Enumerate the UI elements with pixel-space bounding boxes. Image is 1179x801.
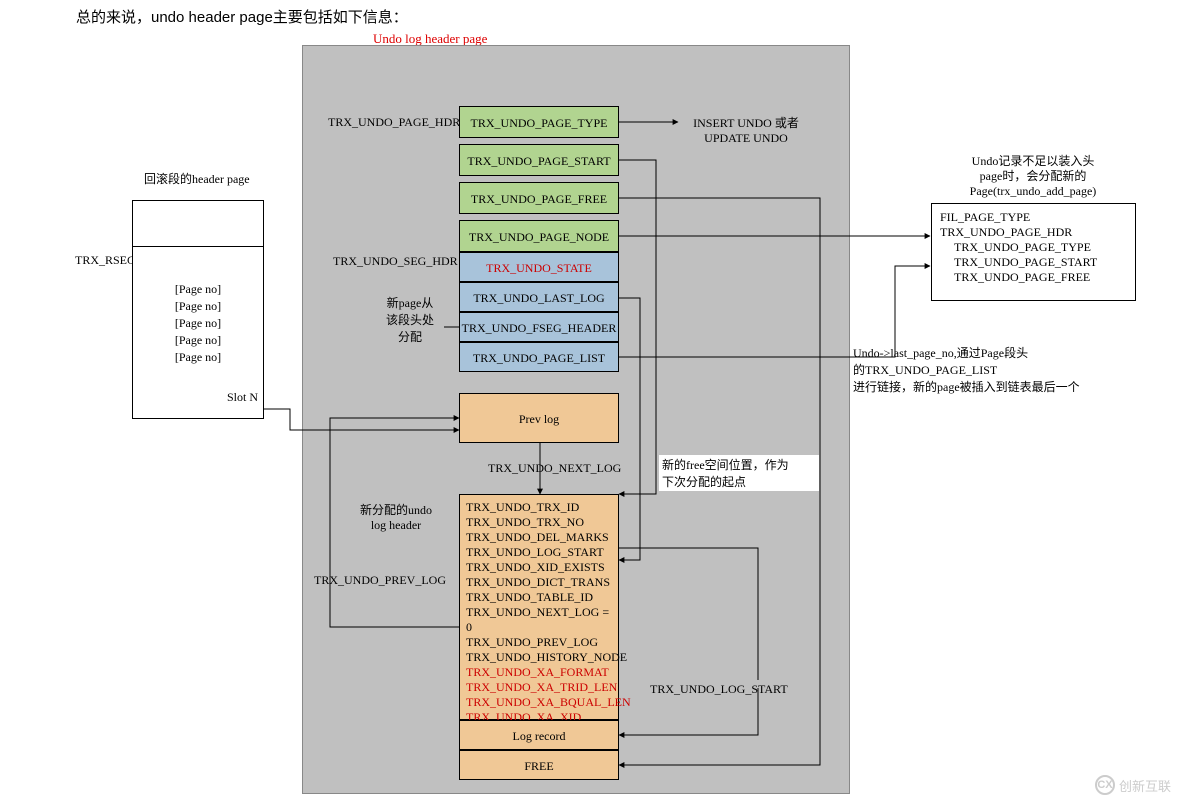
- hdr-line-xa: TRX_UNDO_XA_BQUAL_LEN: [466, 695, 612, 710]
- free-note: 新的free空间位置，作为 下次分配的起点: [659, 455, 819, 491]
- rseg-box: [Page no] [Page no] [Page no] [Page no] …: [132, 200, 264, 419]
- seg-hdr-cell: TRX_UNDO_STATE: [459, 252, 619, 282]
- page-hdr-label: TRX_UNDO_PAGE_HDR: [328, 115, 460, 130]
- watermark-text: 创新互联: [1119, 776, 1171, 795]
- right-box-line: TRX_UNDO_PAGE_FREE: [954, 270, 1127, 285]
- page-hdr-cell: TRX_UNDO_PAGE_TYPE: [459, 106, 619, 138]
- rseg-item: [Page no]: [133, 315, 263, 332]
- rseg-caption: 回滚段的header page: [144, 170, 250, 187]
- prev-log-cell: Prev log: [459, 393, 619, 443]
- slot-n-label: Slot N: [133, 390, 263, 405]
- seg-hdr-cell: TRX_UNDO_PAGE_LIST: [459, 342, 619, 372]
- right-note: Undo->last_page_no,通过Page段头 的TRX_UNDO_PA…: [853, 344, 1173, 395]
- right-box: FIL_PAGE_TYPE TRX_UNDO_PAGE_HDR TRX_UNDO…: [931, 203, 1136, 301]
- rseg-label: TRX_RSEG: [75, 253, 136, 268]
- hdr-line: TRX_UNDO_NEXT_LOG = 0: [466, 605, 612, 635]
- rseg-item: [Page no]: [133, 281, 263, 298]
- undo-log-header-cell: TRX_UNDO_TRX_ID TRX_UNDO_TRX_NO TRX_UNDO…: [459, 494, 619, 720]
- right-box-line: TRX_UNDO_PAGE_HDR: [940, 225, 1127, 240]
- free-cell: FREE: [459, 750, 619, 780]
- next-log-label: TRX_UNDO_NEXT_LOG: [488, 461, 621, 476]
- hdr-line: TRX_UNDO_TABLE_ID: [466, 590, 612, 605]
- hdr-line: TRX_UNDO_DICT_TRANS: [466, 575, 612, 590]
- right-box-line: FIL_PAGE_TYPE: [940, 210, 1127, 225]
- right-box-line: TRX_UNDO_PAGE_START: [954, 255, 1127, 270]
- hdr-line: TRX_UNDO_TRX_ID: [466, 500, 612, 515]
- hdr-line: TRX_UNDO_PREV_LOG: [466, 635, 612, 650]
- insert-update-note: INSERT UNDO 或者 UPDATE UNDO: [676, 114, 816, 146]
- page-hdr-cell: TRX_UNDO_PAGE_NODE: [459, 220, 619, 252]
- watermark: CX 创新互联: [1095, 775, 1171, 795]
- right-box-line: TRX_UNDO_PAGE_TYPE: [954, 240, 1127, 255]
- watermark-icon: CX: [1095, 775, 1115, 795]
- rseg-item: [Page no]: [133, 332, 263, 349]
- hdr-line: TRX_UNDO_TRX_NO: [466, 515, 612, 530]
- seg-hdr-cell: TRX_UNDO_LAST_LOG: [459, 282, 619, 312]
- page-title: 总的来说，undo header page主要包括如下信息：: [76, 6, 408, 27]
- log-record-cell: Log record: [459, 720, 619, 750]
- log-start-label: TRX_UNDO_LOG_START: [650, 682, 788, 697]
- hdr-line-xa: TRX_UNDO_XA_TRID_LEN: [466, 680, 612, 695]
- new-page-note: 新page从 该段头处 分配: [370, 294, 450, 345]
- hdr-line: TRX_UNDO_XID_EXISTS: [466, 560, 612, 575]
- seg-hdr-cell: TRX_UNDO_FSEG_HEADER: [459, 312, 619, 342]
- page-hdr-cell: TRX_UNDO_PAGE_FREE: [459, 182, 619, 214]
- seg-hdr-label: TRX_UNDO_SEG_HDR: [333, 254, 458, 269]
- rseg-item: [Page no]: [133, 298, 263, 315]
- right-box-caption: Undo记录不足以装入头 page时，会分配新的 Page(trx_undo_a…: [948, 154, 1118, 199]
- hdr-line: TRX_UNDO_HISTORY_NODE: [466, 650, 612, 665]
- hdr-line: TRX_UNDO_LOG_START: [466, 545, 612, 560]
- rseg-item: [Page no]: [133, 349, 263, 366]
- page-hdr-cell: TRX_UNDO_PAGE_START: [459, 144, 619, 176]
- hdr-line: TRX_UNDO_DEL_MARKS: [466, 530, 612, 545]
- hdr-line-xa: TRX_UNDO_XA_FORMAT: [466, 665, 612, 680]
- new-undo-hdr-note: 新分配的undo log header: [346, 501, 446, 533]
- prev-log-label: TRX_UNDO_PREV_LOG: [314, 573, 446, 588]
